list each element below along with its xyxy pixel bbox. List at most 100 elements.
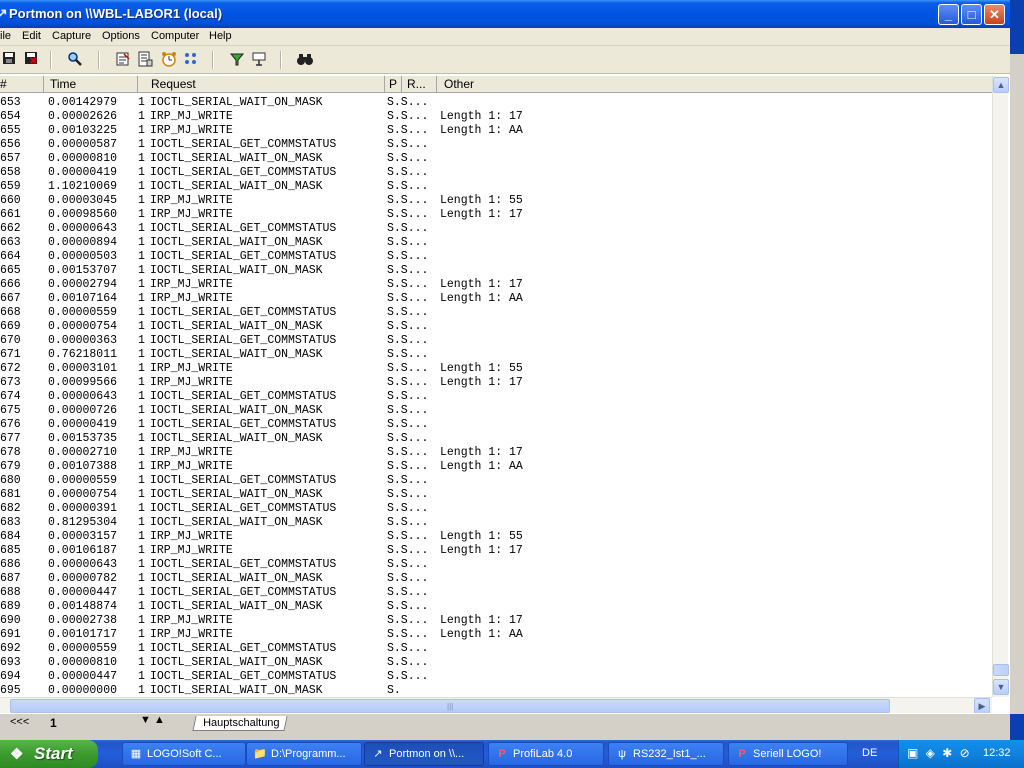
log-row[interactable]: 662 0.00000643 1 IOCTL_SERIAL_GET_COMMSTATU… bbox=[0, 222, 992, 236]
log-row[interactable]: 683 0.81295304 1 IOCTL_SERIAL_WAIT_ON_MASK S… bbox=[0, 516, 992, 530]
log-row[interactable]: 679 0.00107388 1 IRP_MJ_WRITE S.S... Length 1… bbox=[0, 460, 992, 474]
scroll-right-icon[interactable]: ▶ bbox=[974, 698, 990, 714]
log-row[interactable]: 655 0.00103225 1 IRP_MJ_WRITE S.S... Length 1… bbox=[0, 124, 992, 138]
log-row[interactable]: 665 0.00153707 1 IOCTL_SERIAL_WAIT_ON_MASK S… bbox=[0, 264, 992, 278]
taskbar-item-rs232[interactable]: ψ RS232_Ist1_... bbox=[608, 742, 724, 766]
log-row[interactable]: 671 0.76218011 1 IOCTL_SERIAL_WAIT_ON_MASK S… bbox=[0, 348, 992, 362]
log-row[interactable]: 658 0.00000419 1 IOCTL_SERIAL_GET_COMMSTATU… bbox=[0, 166, 992, 180]
log-row[interactable]: 669 0.00000754 1 IOCTL_SERIAL_WAIT_ON_MASK S… bbox=[0, 320, 992, 334]
scroll-down-icon[interactable]: ▼ bbox=[993, 679, 1009, 695]
scroll-up-icon[interactable]: ▲ bbox=[993, 77, 1009, 93]
log-row[interactable]: 659 1.10210069 1 IOCTL_SERIAL_WAIT_ON_MASK S… bbox=[0, 180, 992, 194]
timer-icon[interactable] bbox=[160, 51, 178, 69]
save-icon[interactable] bbox=[0, 51, 18, 69]
cell-process: 1 bbox=[138, 642, 145, 655]
find-icon[interactable] bbox=[66, 51, 84, 69]
log-row[interactable]: 682 0.00000391 1 IOCTL_SERIAL_GET_COMMSTATU… bbox=[0, 502, 992, 516]
cell-time: 0.00000559 bbox=[48, 474, 118, 487]
menu-options[interactable]: Options bbox=[102, 30, 140, 42]
column-header-path[interactable]: P bbox=[386, 76, 402, 93]
clear-icon[interactable] bbox=[250, 51, 268, 69]
log-row[interactable]: 678 0.00002710 1 IRP_MJ_WRITE S.S... Length 1… bbox=[0, 446, 992, 460]
column-header-other[interactable]: Other bbox=[440, 76, 992, 93]
cell-number: 667 bbox=[0, 292, 21, 305]
filter-icon[interactable] bbox=[114, 51, 132, 69]
log-row[interactable]: 674 0.00000643 1 IOCTL_SERIAL_GET_COMMSTATU… bbox=[0, 390, 992, 404]
log-row[interactable]: 656 0.00000587 1 IOCTL_SERIAL_GET_COMMSTATU… bbox=[0, 138, 992, 152]
log-row[interactable]: 693 0.00000810 1 IOCTL_SERIAL_WAIT_ON_MASK S… bbox=[0, 656, 992, 670]
language-indicator[interactable]: DE bbox=[862, 747, 877, 759]
log-row[interactable]: 691 0.00101717 1 IRP_MJ_WRITE S.S... Length 1… bbox=[0, 628, 992, 642]
log-row[interactable]: 661 0.00098560 1 IRP_MJ_WRITE S.S... Length 1… bbox=[0, 208, 992, 222]
menu-help[interactable]: Help bbox=[209, 30, 232, 42]
start-button[interactable]: ❖ Start bbox=[0, 740, 98, 768]
column-header-time[interactable]: Time bbox=[46, 76, 138, 93]
log-row[interactable]: 685 0.00106187 1 IRP_MJ_WRITE S.S... Length 1… bbox=[0, 544, 992, 558]
log-row[interactable]: 681 0.00000754 1 IOCTL_SERIAL_WAIT_ON_MASK S… bbox=[0, 488, 992, 502]
log-row[interactable]: 654 0.00002626 1 IRP_MJ_WRITE S.S... Length 1… bbox=[0, 110, 992, 124]
cell-process: 1 bbox=[138, 180, 145, 193]
log-row[interactable]: 680 0.00000559 1 IOCTL_SERIAL_GET_COMMSTATU… bbox=[0, 474, 992, 488]
horizontal-scroll-thumb[interactable]: ||| bbox=[10, 699, 890, 713]
log-row[interactable]: 695 0.00000000 1 IOCTL_SERIAL_WAIT_ON_MASK S… bbox=[0, 684, 992, 696]
log-row[interactable]: 676 0.00000419 1 IOCTL_SERIAL_GET_COMMSTATU… bbox=[0, 418, 992, 432]
clock[interactable]: 12:32 bbox=[983, 747, 1011, 759]
log-list[interactable]: 653 0.00142979 1 IOCTL_SERIAL_WAIT_ON_MASK S… bbox=[0, 94, 992, 696]
log-row[interactable]: 668 0.00000559 1 IOCTL_SERIAL_GET_COMMSTATU… bbox=[0, 306, 992, 320]
log-row[interactable]: 688 0.00000447 1 IOCTL_SERIAL_GET_COMMSTATU… bbox=[0, 586, 992, 600]
horizontal-scrollbar[interactable]: ||| ▶ bbox=[0, 697, 992, 714]
log-row[interactable]: 687 0.00000782 1 IOCTL_SERIAL_WAIT_ON_MASK S… bbox=[0, 572, 992, 586]
log-row[interactable]: 686 0.00000643 1 IOCTL_SERIAL_GET_COMMSTATU… bbox=[0, 558, 992, 572]
menu-computer[interactable]: Computer bbox=[151, 30, 199, 42]
options-icon[interactable] bbox=[182, 51, 200, 69]
log-row[interactable]: 667 0.00107164 1 IRP_MJ_WRITE S.S... Length 1… bbox=[0, 292, 992, 306]
log-row[interactable]: 663 0.00000894 1 IOCTL_SERIAL_WAIT_ON_MASK S… bbox=[0, 236, 992, 250]
cell-process: 1 bbox=[138, 236, 145, 249]
column-header-request[interactable]: Request bbox=[147, 76, 385, 93]
cell-number: 668 bbox=[0, 306, 21, 319]
cell-request: IOCTL_SERIAL_WAIT_ON_MASK bbox=[150, 656, 323, 669]
save-as-icon[interactable] bbox=[22, 51, 40, 69]
column-header-number[interactable]: # bbox=[0, 76, 44, 93]
tab-hauptschaltung[interactable]: Hauptschaltung bbox=[192, 716, 289, 731]
minimize-button[interactable]: _ bbox=[938, 4, 959, 25]
menu-edit[interactable]: Edit bbox=[22, 30, 41, 42]
tray-icons[interactable]: ▣ ◈ ✱ ⊘ bbox=[907, 746, 972, 760]
close-button[interactable]: ✕ bbox=[984, 4, 1005, 25]
cell-process: 1 bbox=[138, 390, 145, 403]
column-header-result[interactable]: R... bbox=[403, 76, 437, 93]
log-row[interactable]: 675 0.00000726 1 IOCTL_SERIAL_WAIT_ON_MASK S… bbox=[0, 404, 992, 418]
page-nav-back[interactable]: <<< bbox=[10, 716, 29, 728]
menu-capture[interactable]: Capture bbox=[52, 30, 91, 42]
vertical-scroll-thumb[interactable] bbox=[993, 664, 1009, 676]
log-row[interactable]: 670 0.00000363 1 IOCTL_SERIAL_GET_COMMSTATU… bbox=[0, 334, 992, 348]
log-row[interactable]: 673 0.00099566 1 IRP_MJ_WRITE S.S... Length 1… bbox=[0, 376, 992, 390]
log-row[interactable]: 684 0.00003157 1 IRP_MJ_WRITE S.S... Length 1… bbox=[0, 530, 992, 544]
vertical-scrollbar[interactable]: ▲ ▼ bbox=[992, 76, 1009, 697]
find-binoculars-icon[interactable] bbox=[296, 51, 314, 69]
title-bar[interactable]: ↗ Portmon on \\WBL-LABOR1 (local) _ □ ✕ bbox=[0, 0, 1010, 28]
log-row[interactable]: 666 0.00002794 1 IRP_MJ_WRITE S.S... Length 1… bbox=[0, 278, 992, 292]
maximize-button[interactable]: □ bbox=[961, 4, 982, 25]
taskbar-item-explorer[interactable]: 📁 D:\Programm... bbox=[246, 742, 362, 766]
log-row[interactable]: 653 0.00142979 1 IOCTL_SERIAL_WAIT_ON_MASK S… bbox=[0, 96, 992, 110]
log-row[interactable]: 694 0.00000447 1 IOCTL_SERIAL_GET_COMMSTATU… bbox=[0, 670, 992, 684]
log-row[interactable]: 657 0.00000810 1 IOCTL_SERIAL_WAIT_ON_MASK S… bbox=[0, 152, 992, 166]
log-row[interactable]: 689 0.00148874 1 IOCTL_SERIAL_WAIT_ON_MASK S… bbox=[0, 600, 992, 614]
page-arrows-icon[interactable]: ▼ ▲ bbox=[140, 714, 165, 726]
cell-status: S.S... bbox=[387, 642, 429, 655]
taskbar-item-profilab[interactable]: P ProfiLab 4.0 bbox=[488, 742, 604, 766]
menu-file[interactable]: ile bbox=[0, 30, 11, 42]
log-row[interactable]: 660 0.00003045 1 IRP_MJ_WRITE S.S... Length 1… bbox=[0, 194, 992, 208]
cell-number: 671 bbox=[0, 348, 21, 361]
log-row[interactable]: 672 0.00003101 1 IRP_MJ_WRITE S.S... Length 1… bbox=[0, 362, 992, 376]
taskbar-item-seriell[interactable]: P Seriell LOGO! bbox=[728, 742, 848, 766]
taskbar-item-logo-soft[interactable]: ▦ LOGO!Soft C... bbox=[122, 742, 246, 766]
highlight-icon[interactable] bbox=[228, 51, 246, 69]
taskbar-item-portmon[interactable]: ↗ Portmon on \\... bbox=[364, 742, 484, 766]
log-row[interactable]: 690 0.00002738 1 IRP_MJ_WRITE S.S... Length 1… bbox=[0, 614, 992, 628]
log-row[interactable]: 692 0.00000559 1 IOCTL_SERIAL_GET_COMMSTATU… bbox=[0, 642, 992, 656]
log-row[interactable]: 677 0.00153735 1 IOCTL_SERIAL_WAIT_ON_MASK S… bbox=[0, 432, 992, 446]
properties-icon[interactable] bbox=[136, 51, 154, 69]
log-row[interactable]: 664 0.00000503 1 IOCTL_SERIAL_GET_COMMSTATU… bbox=[0, 250, 992, 264]
